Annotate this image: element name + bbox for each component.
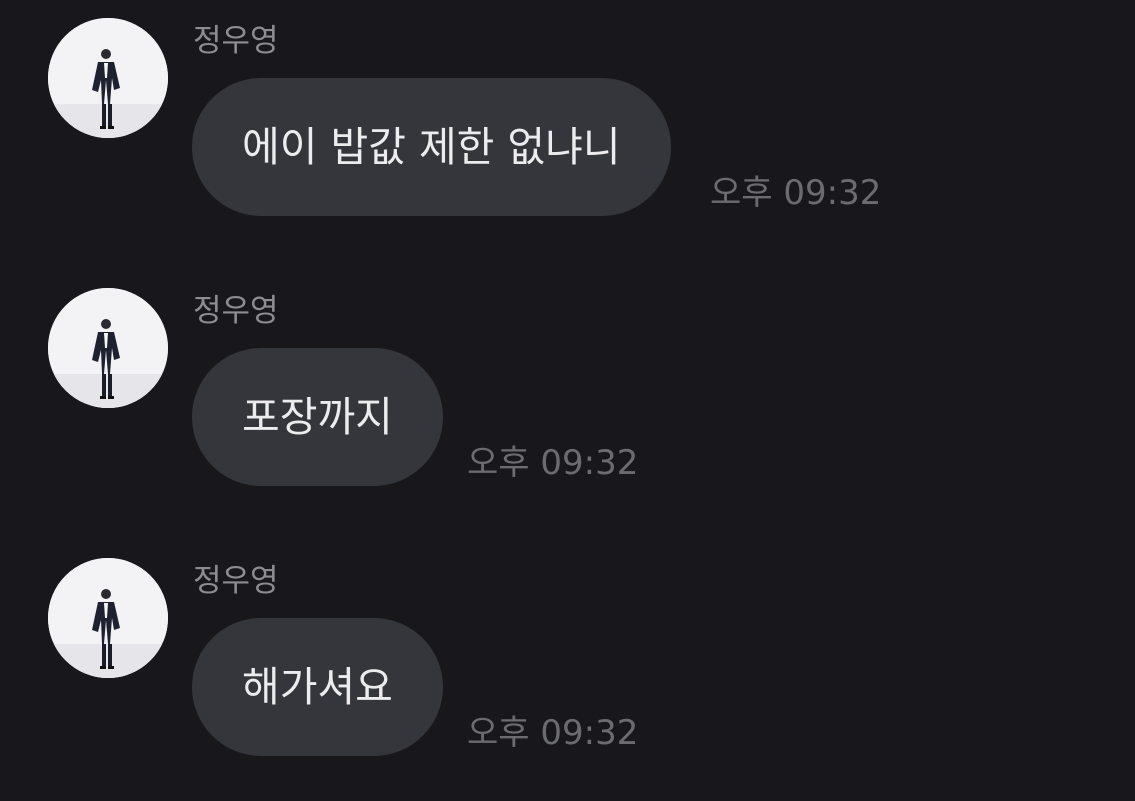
message-row: 정우영 포장까지 오후 09:32 bbox=[0, 270, 1135, 510]
message-bubble[interactable]: 에이 밥값 제한 없냐니 bbox=[192, 78, 671, 216]
person-figure-icon bbox=[48, 558, 168, 678]
message-row: 정우영 에이 밥값 제한 없냐니 오후 09:32 bbox=[0, 0, 1135, 240]
avatar[interactable] bbox=[48, 288, 168, 408]
sender-name: 정우영 bbox=[193, 563, 279, 599]
message-bubble[interactable]: 해가셔요 bbox=[192, 618, 443, 756]
message-time: 오후 09:32 bbox=[467, 443, 639, 483]
sender-name: 정우영 bbox=[193, 293, 279, 329]
message-time: 오후 09:32 bbox=[467, 713, 639, 753]
message-row: 정우영 해가셔요 오후 09:32 bbox=[0, 540, 1135, 780]
person-figure-icon bbox=[48, 288, 168, 408]
message-bubble[interactable]: 포장까지 bbox=[192, 348, 443, 486]
avatar[interactable] bbox=[48, 18, 168, 138]
avatar[interactable] bbox=[48, 558, 168, 678]
sender-name: 정우영 bbox=[193, 23, 279, 59]
person-figure-icon bbox=[48, 18, 168, 138]
chat-message-list[interactable]: 정우영 에이 밥값 제한 없냐니 오후 09:32 정우영 포장까지 오후 09… bbox=[0, 0, 1135, 801]
message-time: 오후 09:32 bbox=[710, 173, 882, 213]
